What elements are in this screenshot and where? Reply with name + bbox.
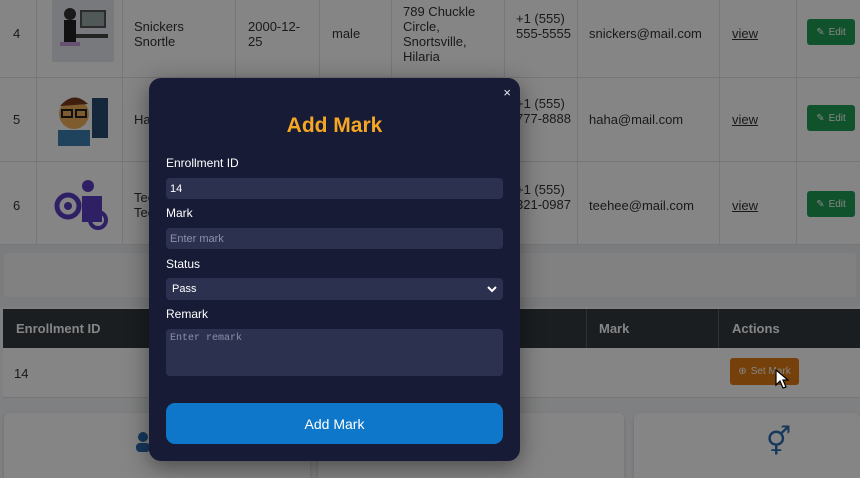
add-mark-button[interactable]: Add Mark — [166, 403, 503, 444]
modal-title: Add Mark — [286, 114, 383, 137]
mark-label: Mark — [166, 206, 193, 220]
chevron-down-icon — [487, 285, 497, 292]
enrollment-id-label: Enrollment ID — [166, 156, 239, 170]
mark-input[interactable] — [166, 228, 503, 249]
status-label: Status — [166, 257, 201, 271]
enrollment-id-input[interactable] — [166, 178, 503, 199]
add-mark-modal: × Add Mark Enrollment ID Mark Status Pas… — [149, 78, 520, 461]
remark-label: Remark — [166, 307, 209, 321]
mouse-pointer-icon — [775, 368, 790, 394]
status-select[interactable]: Pass — [166, 278, 503, 300]
status-selected-value: Pass — [172, 283, 197, 295]
close-icon[interactable]: × — [503, 86, 511, 100]
remark-textarea[interactable] — [166, 329, 503, 376]
